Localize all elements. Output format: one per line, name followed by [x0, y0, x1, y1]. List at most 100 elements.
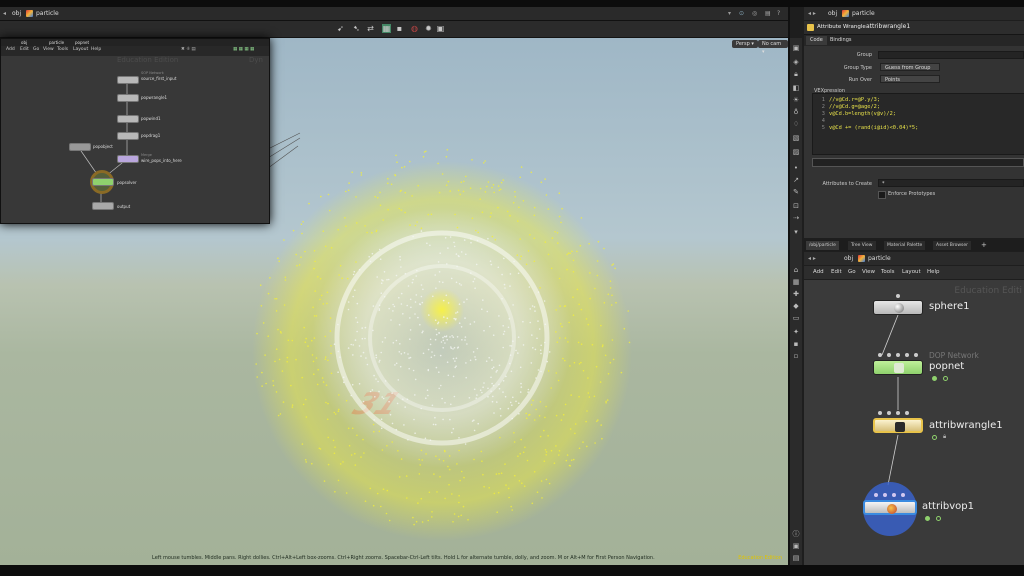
mini-network-canvas[interactable]: Education Edition Dyn SOP Network source…: [1, 56, 269, 223]
vop-render-flag[interactable]: [936, 516, 941, 521]
tab-asset-browser[interactable]: Asset Browser: [933, 241, 971, 250]
hint-icon[interactable]: ♢: [792, 120, 800, 128]
select-arrow-icon[interactable]: ➹: [336, 24, 345, 33]
brush-icon[interactable]: ✎: [792, 188, 800, 196]
view-cube-icon[interactable]: ▫: [792, 352, 800, 360]
persp-button[interactable]: Persp ▾: [732, 40, 758, 48]
cube-icon[interactable]: ▪: [792, 340, 800, 348]
node-attribwrangle1[interactable]: [873, 418, 923, 433]
link-icon[interactable]: ◎: [752, 9, 757, 18]
normal-icon[interactable]: ↗: [792, 176, 800, 184]
floating-network-pane[interactable]: obj particle popnet Add Edit Go View Too…: [0, 38, 270, 224]
mini-node-merge[interactable]: [117, 155, 139, 163]
param-back-icon[interactable]: ◂ ▸: [808, 9, 816, 18]
add-tab-icon[interactable]: +: [978, 241, 990, 250]
mini-menu-help[interactable]: Help: [91, 47, 101, 52]
path-dropdown-icon[interactable]: ▾: [728, 9, 731, 18]
back-icon[interactable]: ◂: [3, 9, 6, 18]
mini-menu-add[interactable]: Add: [6, 47, 15, 52]
frame-icon[interactable]: ▣: [792, 542, 800, 550]
bulb-icon[interactable]: ♁: [792, 108, 800, 116]
mini-menu-tools[interactable]: Tools: [57, 47, 68, 52]
popnet-input-port-3[interactable]: [896, 353, 900, 357]
menu-tools[interactable]: Tools: [881, 269, 895, 275]
menu-go[interactable]: Go: [848, 269, 856, 275]
network-path-obj[interactable]: obj: [844, 254, 853, 263]
popnet-input-port-1[interactable]: [878, 353, 882, 357]
texture-icon[interactable]: ▨: [792, 148, 800, 156]
popnet-display-flag[interactable]: [932, 376, 937, 381]
wrangle-input-port-2[interactable]: [887, 411, 891, 415]
mini-node-popsolver[interactable]: [92, 178, 114, 186]
scene-icon[interactable]: ▭: [792, 314, 800, 322]
lock-icon[interactable]: 🔒︎: [792, 70, 800, 78]
node-name-field[interactable]: attribwrangle1: [866, 23, 910, 30]
wrangle-input-port-4[interactable]: [905, 411, 909, 415]
ghost-icon[interactable]: ⌂: [792, 266, 800, 274]
tab-material-palette[interactable]: Material Palette: [884, 241, 926, 250]
camera-icon[interactable]: ▣: [436, 24, 445, 33]
mini-path-obj[interactable]: obj: [21, 40, 27, 45]
mini-menu-layout[interactable]: Layout: [73, 47, 88, 52]
node-attribvop1[interactable]: [863, 500, 917, 515]
wrangle-input-port-1[interactable]: [878, 411, 882, 415]
network-path-particle[interactable]: particle: [868, 254, 891, 263]
vop-display-flag[interactable]: [925, 516, 930, 521]
mini-path-popnet[interactable]: popnet: [75, 40, 89, 45]
group-field[interactable]: [878, 51, 1024, 59]
mini-menu-view[interactable]: View: [43, 47, 54, 52]
wrangle-input-port-3[interactable]: [896, 411, 900, 415]
shading-icon[interactable]: ◈: [792, 58, 800, 66]
mini-node-output[interactable]: [92, 202, 114, 210]
pin-icon[interactable]: ⊙: [739, 9, 744, 18]
wireframe-icon[interactable]: ◧: [792, 84, 800, 92]
popnet-input-port-2[interactable]: [887, 353, 891, 357]
select-mode-icon[interactable]: ➷: [352, 24, 361, 33]
param-path-particle[interactable]: particle: [852, 9, 875, 18]
param-path-obj[interactable]: obj: [828, 9, 837, 18]
vop-input-port-1[interactable]: [874, 493, 878, 497]
snap-icon[interactable]: ▦: [382, 24, 391, 33]
network-canvas[interactable]: Education Editi sphere1 DOP Network popn…: [804, 280, 1024, 565]
vop-input-port-4[interactable]: [901, 493, 905, 497]
transform-icon[interactable]: ⇄: [366, 24, 375, 33]
vex-code-editor[interactable]: 1//v@Cd.r=@P.y/3; 2//v@Cd.g=@age/2; 3 v@C…: [812, 93, 1024, 155]
camera-button[interactable]: No cam ▾: [758, 40, 788, 55]
light-icon[interactable]: ☀: [792, 96, 800, 104]
attributes-to-create-field[interactable]: *: [878, 179, 1024, 187]
handles-icon[interactable]: ◆: [792, 302, 800, 310]
mini-node-popobject[interactable]: [69, 143, 91, 151]
tab-obj-particle[interactable]: /obj/particle: [806, 241, 839, 250]
pose-icon[interactable]: ✦: [792, 328, 800, 336]
tab-code[interactable]: Code: [806, 36, 827, 45]
popnet-input-port-4[interactable]: [905, 353, 909, 357]
mini-tools-icon[interactable]: ✖ ⁜ ▤: [181, 47, 196, 52]
code-scroll-field[interactable]: [812, 158, 1024, 167]
menu-edit[interactable]: Edit: [831, 269, 842, 275]
tab-tree-view[interactable]: Tree View: [848, 241, 876, 250]
path-obj[interactable]: obj: [12, 9, 21, 18]
menu-view[interactable]: View: [862, 269, 875, 275]
path-particle[interactable]: particle: [36, 9, 59, 18]
sphere-input-port[interactable]: [896, 294, 900, 298]
mini-menu-edit[interactable]: Edit: [20, 47, 29, 52]
wrangle-lock-icon[interactable]: 🔒︎: [943, 433, 946, 441]
help-icon[interactable]: ?: [777, 9, 780, 18]
run-over-select[interactable]: Points: [880, 75, 940, 83]
mini-node-popwind[interactable]: [117, 115, 139, 123]
point-icon[interactable]: •: [792, 164, 800, 172]
vop-input-port-2[interactable]: [883, 493, 887, 497]
node-popnet[interactable]: [873, 360, 923, 375]
shadow-icon[interactable]: ▧: [792, 134, 800, 142]
layout-icon[interactable]: ▤: [792, 554, 800, 562]
tab-bindings[interactable]: Bindings: [826, 36, 856, 45]
mini-path-particle[interactable]: particle: [49, 40, 64, 45]
keyframe-icon[interactable]: ▾: [792, 228, 800, 236]
snap-grid-icon[interactable]: ▦: [792, 278, 800, 286]
viewport-options-icon[interactable]: ▤: [765, 9, 771, 18]
mini-node-popdrag[interactable]: [117, 132, 139, 140]
vop-input-port-3[interactable]: [892, 493, 896, 497]
display-options-icon[interactable]: ▣: [792, 44, 800, 52]
menu-add[interactable]: Add: [813, 269, 824, 275]
mini-node-popwrangle[interactable]: [117, 94, 139, 102]
